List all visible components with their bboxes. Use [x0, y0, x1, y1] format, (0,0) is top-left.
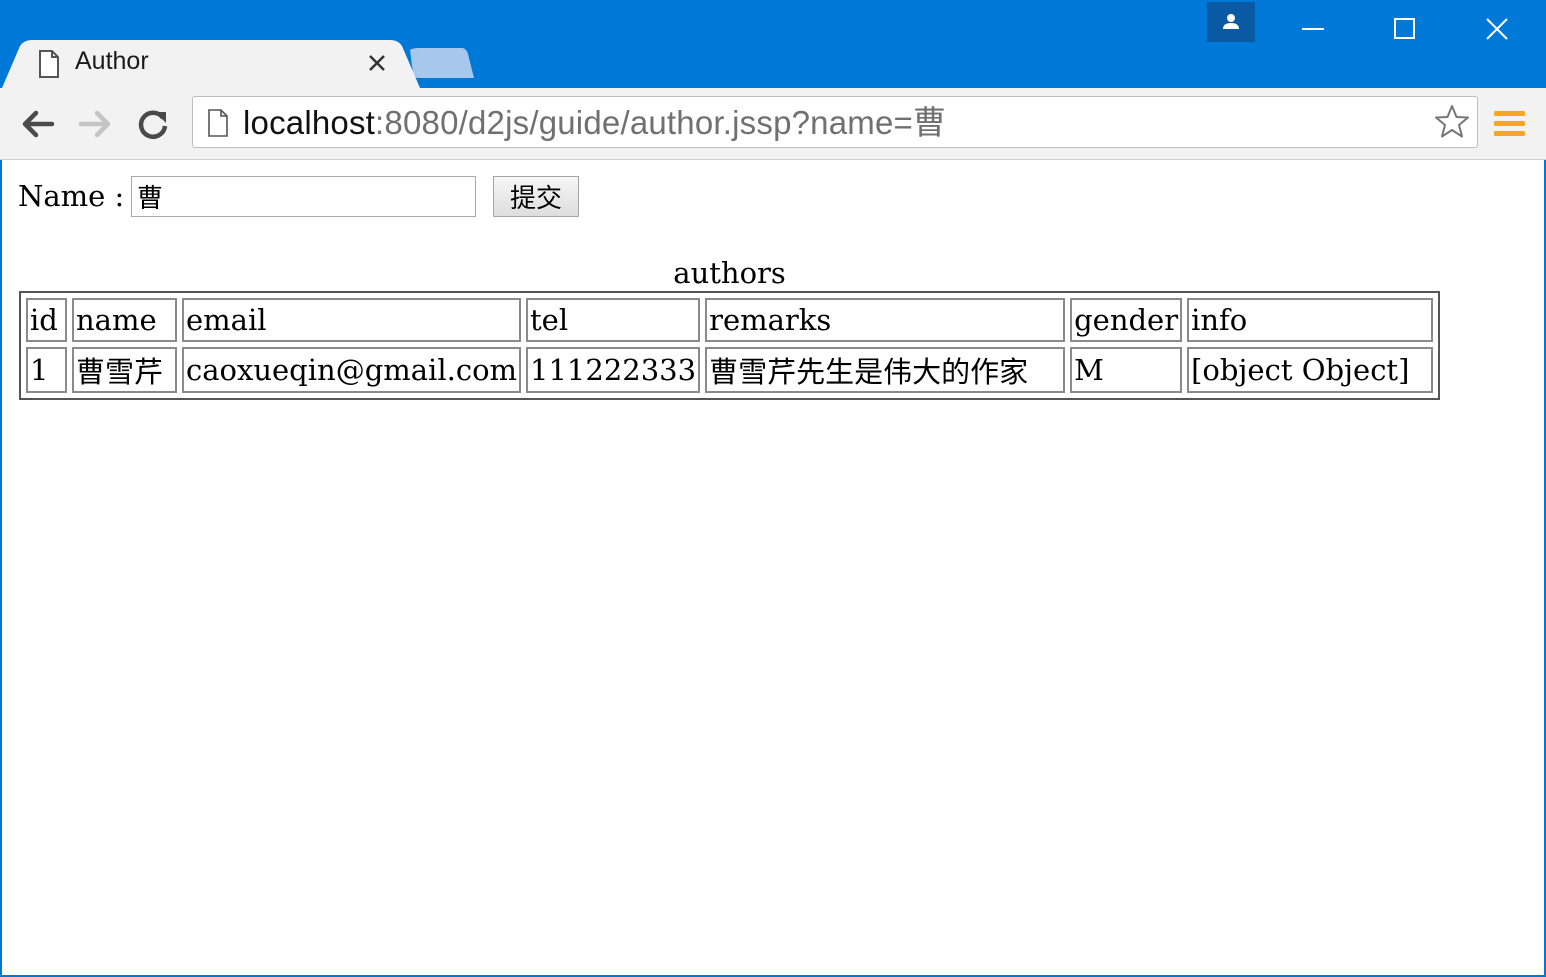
address-bar[interactable]: localhost:8080/d2js/guide/author.jssp?na… — [192, 96, 1478, 148]
header-cell-info: info — [1187, 298, 1434, 342]
header-cell-remarks: remarks — [705, 298, 1066, 342]
authors-table: authors id name email tel remarks gender… — [19, 256, 1441, 400]
submit-button[interactable]: 提交 — [493, 176, 579, 217]
header-cell-gender: gender — [1070, 298, 1183, 342]
close-icon — [369, 55, 385, 71]
url-text: localhost:8080/d2js/guide/author.jssp?na… — [243, 103, 946, 143]
maximize-button[interactable] — [1360, 0, 1450, 58]
tab-title: Author — [75, 47, 149, 75]
window-close-button[interactable] — [1452, 0, 1542, 58]
arrow-right-icon — [78, 110, 111, 138]
name-label: Name : — [18, 179, 125, 213]
browser-toolbar: localhost:8080/d2js/guide/author.jssp?na… — [0, 88, 1546, 160]
cell-tel: 111222333 — [526, 347, 701, 393]
cell-id: 1 — [26, 347, 67, 393]
menu-button[interactable] — [1492, 108, 1528, 140]
hamburger-icon — [1494, 111, 1525, 136]
cell-info: [object Object] — [1187, 347, 1434, 393]
cell-remarks: 曹雪芹先生是伟大的作家 — [705, 347, 1066, 393]
tab-shape — [2, 40, 420, 88]
star-icon[interactable] — [1433, 103, 1471, 141]
tab-close-button[interactable] — [364, 50, 390, 76]
table-caption: authors — [673, 256, 786, 290]
name-input[interactable] — [131, 176, 476, 217]
table-row: 1 曹雪芹 caoxueqin@gmail.com 111222333 曹雪芹先… — [26, 347, 1434, 393]
cell-email: caoxueqin@gmail.com — [182, 347, 522, 393]
back-button[interactable] — [18, 104, 58, 144]
arrow-left-icon — [22, 110, 55, 138]
header-cell-id: id — [26, 298, 67, 342]
browser-titlebar: Author — [0, 0, 1546, 88]
cell-gender: M — [1070, 347, 1183, 393]
user-icon — [1223, 14, 1239, 29]
url-path: :8080/d2js/guide/author.jssp?name=曹 — [375, 104, 947, 141]
minimize-button[interactable] — [1268, 0, 1358, 58]
maximize-icon — [1394, 18, 1415, 39]
page-icon — [208, 109, 228, 137]
minimize-icon — [1302, 28, 1324, 30]
page-icon — [39, 50, 59, 78]
header-cell-name: name — [72, 298, 177, 342]
cell-name: 曹雪芹 — [72, 347, 177, 393]
page-content: Name : 提交 authors id name email tel rema… — [2, 160, 1544, 975]
close-icon — [1486, 18, 1508, 40]
url-host: localhost — [243, 104, 376, 141]
reload-icon — [138, 110, 168, 139]
table-header-row: id name email tel remarks gender info — [26, 298, 1434, 342]
header-cell-email: email — [182, 298, 522, 342]
header-cell-tel: tel — [526, 298, 701, 342]
reload-button[interactable] — [133, 104, 173, 144]
forward-button[interactable] — [75, 104, 115, 144]
profile-button[interactable] — [1207, 2, 1255, 42]
